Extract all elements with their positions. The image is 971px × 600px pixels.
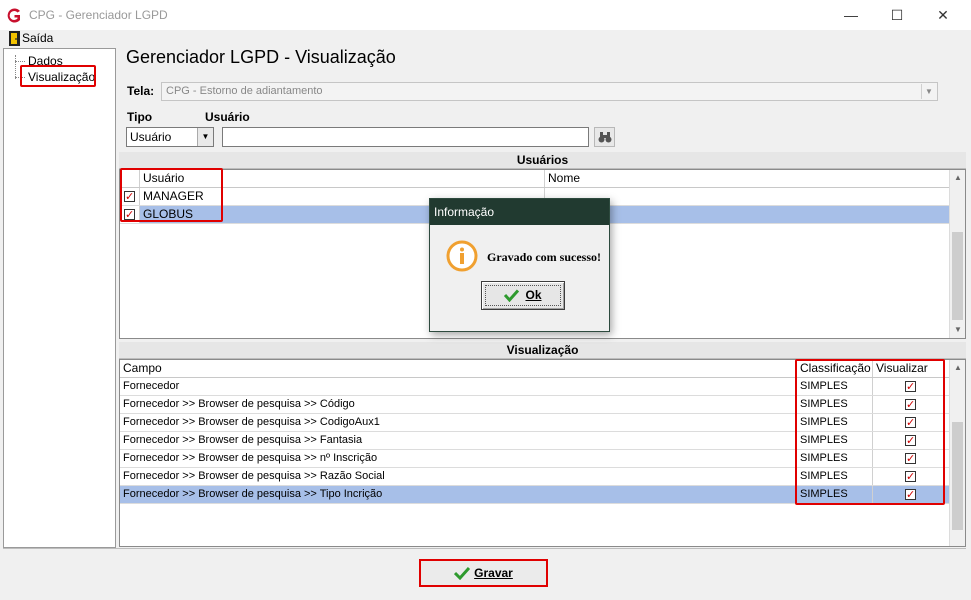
campo-cell: Fornecedor bbox=[120, 378, 797, 395]
chevron-down-icon[interactable]: ▼ bbox=[197, 128, 213, 146]
scroll-up-icon[interactable]: ▲ bbox=[950, 170, 966, 186]
tipo-value: Usuário bbox=[130, 130, 172, 144]
tela-select[interactable]: CPG - Estorno de adiantamento ▼ bbox=[161, 82, 938, 101]
highlight-visualizacao bbox=[20, 65, 96, 87]
tipo-select[interactable]: Usuário ▼ bbox=[126, 127, 214, 147]
campo-cell: Fornecedor >> Browser de pesquisa >> nº … bbox=[120, 450, 797, 467]
maximize-icon: ☐ bbox=[890, 7, 904, 23]
menu-bar: Saída bbox=[0, 30, 971, 48]
save-button[interactable]: Gravar bbox=[419, 559, 548, 587]
usuario-label: Usuário bbox=[205, 110, 250, 124]
close-window-button[interactable]: ✕ bbox=[920, 0, 966, 30]
checkmark-icon bbox=[504, 289, 520, 303]
tela-value: CPG - Estorno de adiantamento bbox=[166, 85, 323, 97]
tree-connector bbox=[15, 55, 16, 79]
campo-cell: Fornecedor >> Browser de pesquisa >> Raz… bbox=[120, 468, 797, 485]
menu-exit[interactable]: Saída bbox=[3, 30, 53, 48]
campo-cell: Fornecedor >> Browser de pesquisa >> Cód… bbox=[120, 396, 797, 413]
save-button-label: Gravar bbox=[474, 566, 513, 580]
scrollbar-thumb[interactable] bbox=[952, 232, 963, 320]
navigation-tree: Dados Visualização bbox=[3, 48, 116, 548]
campo-cell: Fornecedor >> Browser de pesquisa >> Cod… bbox=[120, 414, 797, 431]
ok-button-label: Ok bbox=[525, 288, 542, 302]
tela-label: Tela: bbox=[127, 84, 155, 98]
dialog-message: Gravado com sucesso! bbox=[487, 250, 601, 264]
usuario-input[interactable] bbox=[222, 127, 589, 147]
ok-focus-ring bbox=[485, 285, 561, 306]
tree-connector bbox=[15, 61, 25, 62]
users-grid-header: Usuário Nome bbox=[120, 170, 949, 188]
binoculars-icon bbox=[598, 132, 612, 143]
scroll-up-icon[interactable]: ▲ bbox=[950, 360, 966, 376]
users-vertical-scrollbar[interactable]: ▲ ▼ bbox=[949, 170, 965, 338]
visual-vertical-scrollbar[interactable]: ▲ bbox=[949, 360, 965, 546]
checkmark-icon bbox=[454, 566, 471, 581]
highlight-users bbox=[120, 168, 223, 222]
minimize-button[interactable]: — bbox=[828, 0, 874, 30]
title-bar: CPG - Gerenciador LGPD — ☐ ✕ bbox=[0, 0, 971, 30]
campo-cell: Fornecedor >> Browser de pesquisa >> Tip… bbox=[120, 486, 797, 503]
chevron-down-icon[interactable]: ▼ bbox=[921, 84, 936, 99]
menu-exit-label: Saída bbox=[22, 31, 54, 45]
visual-section-title: Visualização bbox=[119, 342, 966, 359]
window-title: CPG - Gerenciador LGPD bbox=[29, 8, 168, 22]
scroll-down-icon[interactable]: ▼ bbox=[950, 322, 966, 338]
page-title: Gerenciador LGPD - Visualização bbox=[126, 47, 396, 67]
info-circle-icon bbox=[446, 240, 478, 272]
search-button[interactable] bbox=[594, 127, 615, 147]
minimize-icon: — bbox=[844, 7, 858, 23]
door-exit-icon bbox=[9, 31, 20, 46]
scrollbar-thumb[interactable] bbox=[952, 422, 963, 530]
tipo-label: Tipo bbox=[127, 110, 153, 124]
users-section-title: Usuários bbox=[119, 152, 966, 169]
column-header-nome[interactable]: Nome bbox=[545, 170, 949, 187]
campo-cell: Fornecedor >> Browser de pesquisa >> Fan… bbox=[120, 432, 797, 449]
highlight-visualizar-columns bbox=[795, 359, 945, 505]
app-logo-icon bbox=[7, 8, 20, 23]
dialog-title: Informação bbox=[430, 199, 609, 225]
info-dialog: Informação Gravado com sucesso! Ok bbox=[429, 198, 610, 332]
column-header-campo[interactable]: Campo bbox=[120, 360, 797, 377]
ok-button[interactable]: Ok bbox=[481, 281, 565, 310]
close-icon: ✕ bbox=[937, 7, 949, 23]
maximize-button[interactable]: ☐ bbox=[874, 0, 920, 30]
